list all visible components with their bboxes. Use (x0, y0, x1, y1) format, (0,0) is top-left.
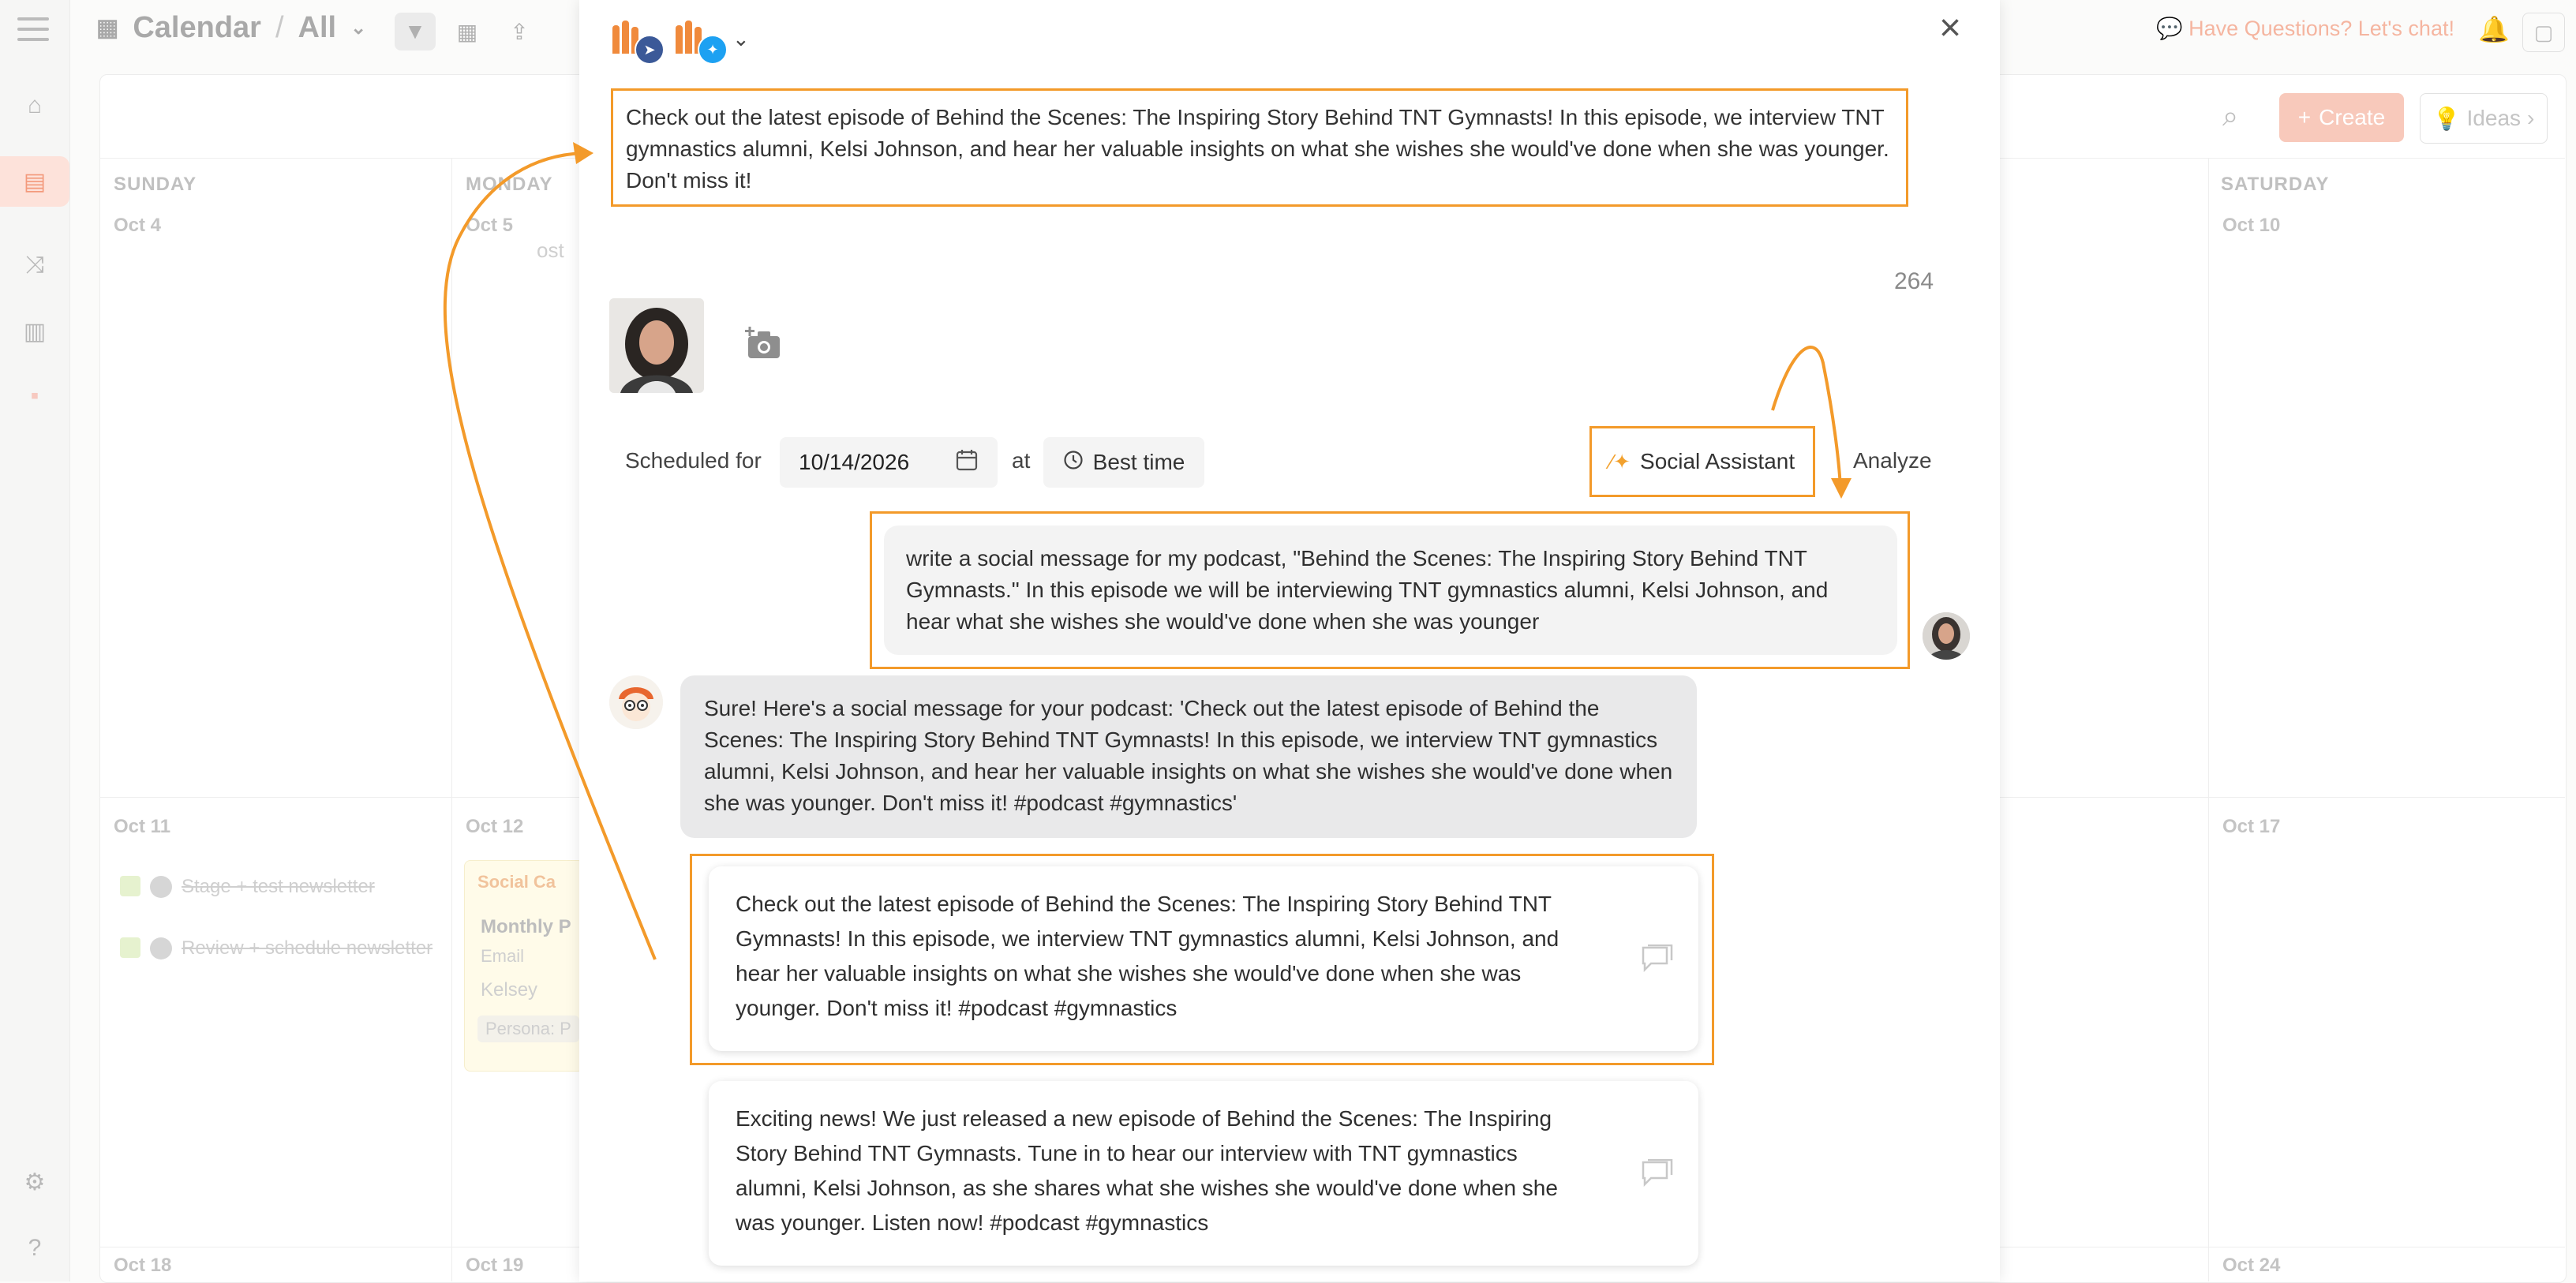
annotation-arrows (443, 142, 1852, 960)
arrow-assistant-to-prompt (1771, 346, 1842, 488)
arrow-head (1831, 478, 1852, 499)
arrow-head (573, 142, 593, 164)
arrow-suggestion-to-message (443, 151, 657, 960)
